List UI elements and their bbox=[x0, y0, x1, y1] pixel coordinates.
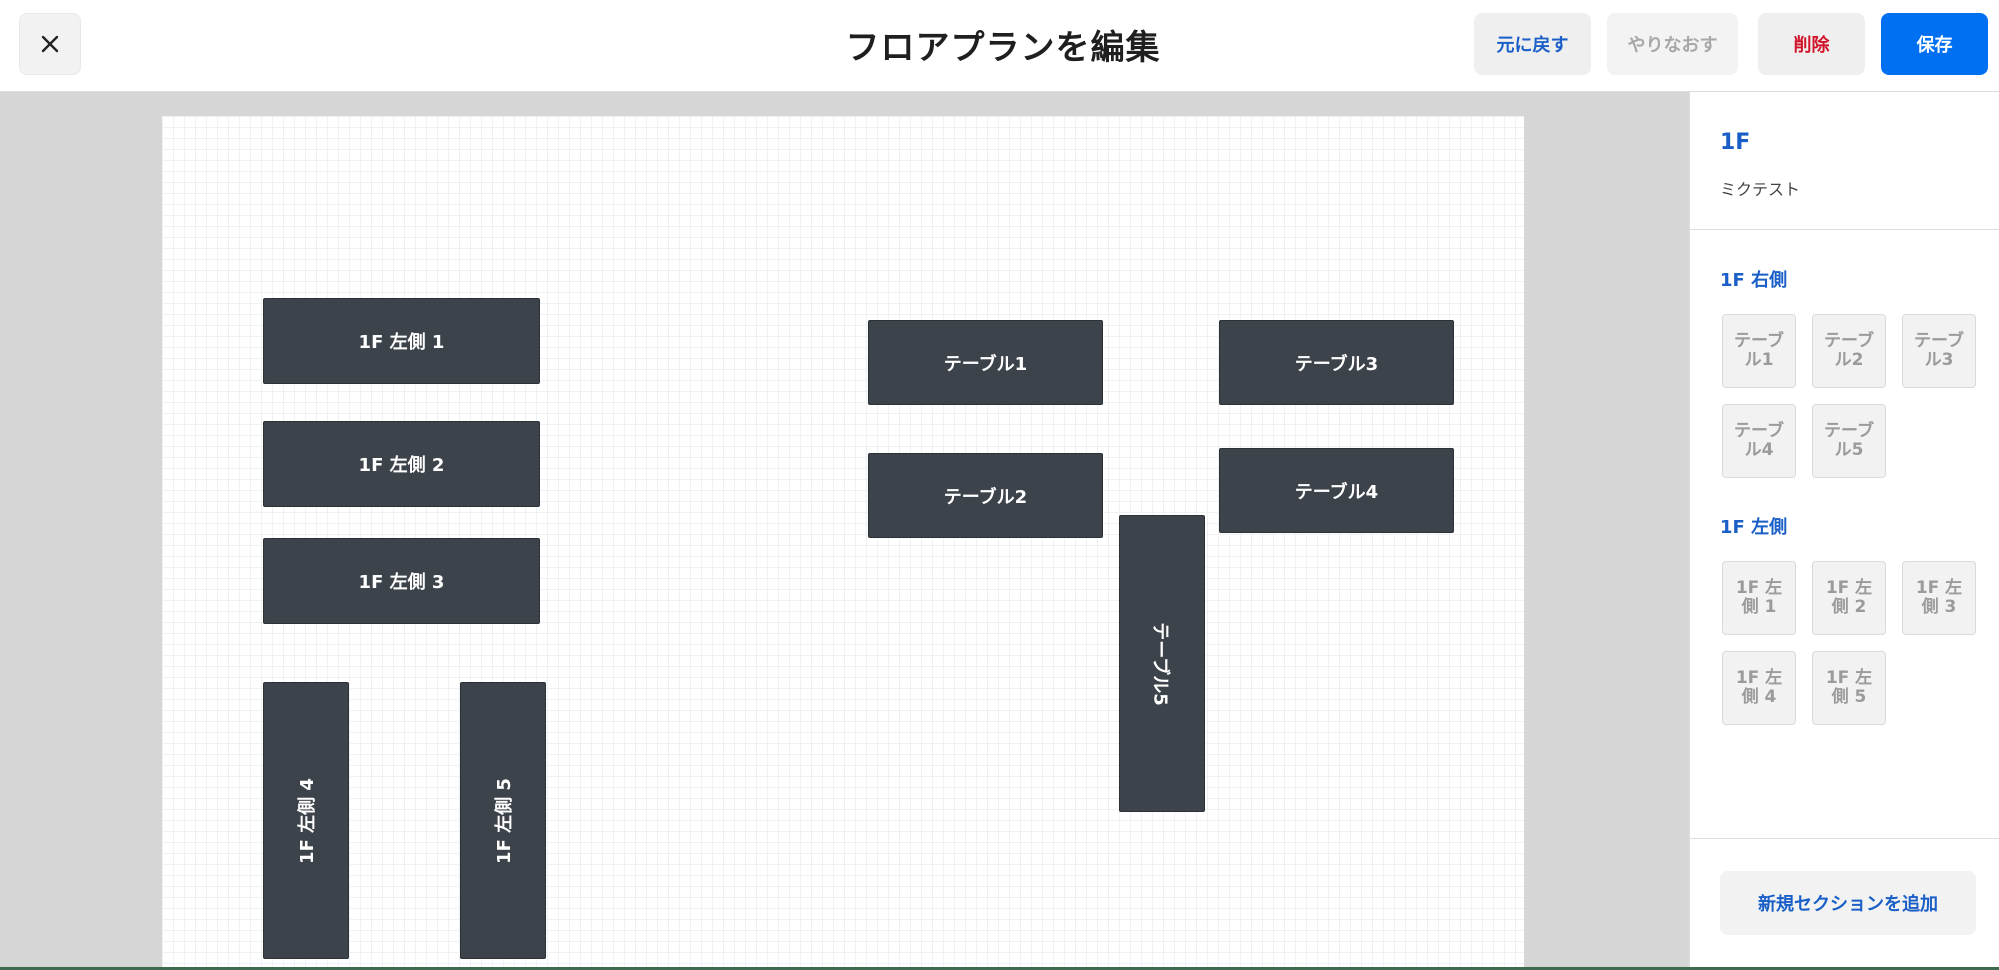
table-left-1[interactable]: 1F 左側 1 bbox=[263, 298, 540, 384]
redo-button[interactable]: やりなおす bbox=[1607, 13, 1738, 75]
floor-sidebar: 1F ミクテスト 1F 右側 テーブル1 テーブル2 テーブル3 テーブル4 テ… bbox=[1689, 92, 1999, 968]
section-table-chip[interactable]: テーブル5 bbox=[1812, 404, 1886, 478]
table-right-3[interactable]: テーブル3 bbox=[1219, 320, 1454, 405]
sidebar-divider bbox=[1690, 838, 1999, 839]
table-left-4[interactable]: 1F 左側 4 bbox=[263, 682, 349, 959]
undo-button[interactable]: 元に戻す bbox=[1474, 13, 1591, 75]
table-left-3[interactable]: 1F 左側 3 bbox=[263, 538, 540, 624]
floor-plan-canvas-area: 1F 左側 1 1F 左側 2 1F 左側 3 1F 左側 4 1F 左側 5 … bbox=[0, 92, 1689, 968]
close-button[interactable] bbox=[19, 13, 81, 75]
table-left-5[interactable]: 1F 左側 5 bbox=[460, 682, 546, 959]
floor-plan-grid[interactable]: 1F 左側 1 1F 左側 2 1F 左側 3 1F 左側 4 1F 左側 5 … bbox=[162, 116, 1524, 968]
table-label: 1F 左側 4 bbox=[297, 777, 319, 864]
table-left-2[interactable]: 1F 左側 2 bbox=[263, 421, 540, 507]
table-label: テーブル1 bbox=[943, 353, 1028, 375]
sidebar-divider bbox=[1690, 229, 1999, 230]
section-table-chip[interactable]: 1F 左側 1 bbox=[1722, 561, 1796, 635]
section-table-chip[interactable]: テーブル3 bbox=[1902, 314, 1976, 388]
top-bar: フロアプランを編集 元に戻す やりなおす 削除 保存 bbox=[0, 0, 1999, 92]
store-name: ミクテスト bbox=[1720, 180, 1801, 199]
table-label: 1F 左側 3 bbox=[358, 572, 445, 593]
save-button[interactable]: 保存 bbox=[1881, 13, 1988, 75]
floor-name: 1F bbox=[1720, 130, 1751, 155]
table-label: 1F 左側 2 bbox=[358, 455, 445, 476]
table-label: 1F 左側 1 bbox=[358, 332, 445, 353]
table-right-5[interactable]: テーブル5 bbox=[1119, 515, 1205, 812]
section-title-right: 1F 右側 bbox=[1720, 270, 1788, 291]
table-right-4[interactable]: テーブル4 bbox=[1219, 448, 1454, 533]
add-section-button[interactable]: 新規セクションを追加 bbox=[1720, 871, 1976, 935]
table-label: テーブル2 bbox=[943, 486, 1028, 508]
section-table-chip[interactable]: テーブル4 bbox=[1722, 404, 1796, 478]
table-label: テーブル3 bbox=[1294, 353, 1379, 375]
section-title-left: 1F 左側 bbox=[1720, 517, 1788, 538]
section-table-chip[interactable]: テーブル2 bbox=[1812, 314, 1886, 388]
section-table-chip[interactable]: 1F 左側 5 bbox=[1812, 651, 1886, 725]
table-label: 1F 左側 5 bbox=[494, 777, 516, 864]
section-table-chip[interactable]: 1F 左側 4 bbox=[1722, 651, 1796, 725]
table-right-1[interactable]: テーブル1 bbox=[868, 320, 1103, 405]
table-right-2[interactable]: テーブル2 bbox=[868, 453, 1103, 538]
table-label: テーブル5 bbox=[1149, 621, 1171, 706]
delete-button[interactable]: 削除 bbox=[1758, 13, 1865, 75]
section-table-chip[interactable]: 1F 左側 3 bbox=[1902, 561, 1976, 635]
close-icon bbox=[41, 35, 59, 53]
section-table-chip[interactable]: 1F 左側 2 bbox=[1812, 561, 1886, 635]
section-table-chip[interactable]: テーブル1 bbox=[1722, 314, 1796, 388]
table-label: テーブル4 bbox=[1294, 481, 1379, 503]
